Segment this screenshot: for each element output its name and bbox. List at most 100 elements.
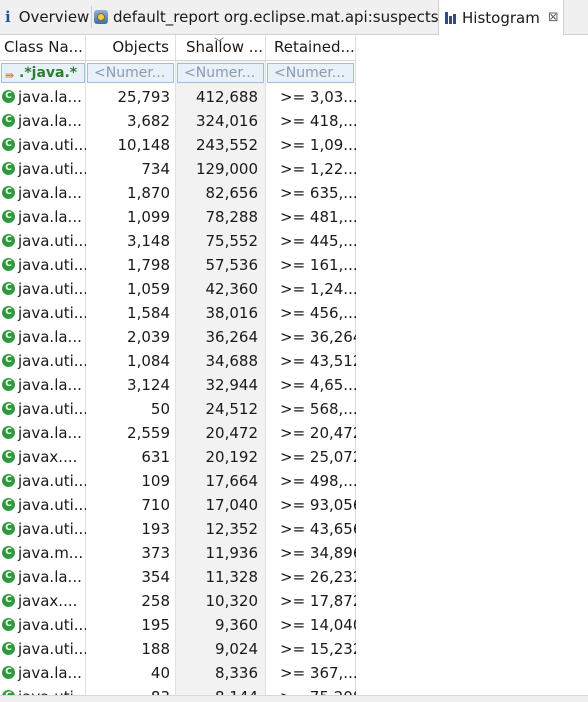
tab-default-report[interactable]: default_report org.eclipse.mat.api:suspe…	[92, 0, 438, 34]
shallow-heap-filter-input[interactable]: <Numer...	[177, 63, 264, 83]
close-icon[interactable]: ⊠	[548, 10, 559, 25]
objects-cell: 3,148	[127, 232, 170, 250]
class-name-text: java.la...	[18, 376, 82, 394]
class-name-cell: Cjava.uti...	[0, 685, 86, 695]
retained-heap-cell: >= 26,232	[280, 568, 356, 586]
class-name-text: java.uti...	[18, 352, 86, 370]
class-name-cell: Cjava.la...	[0, 325, 86, 349]
class-name-text: java.uti...	[18, 256, 86, 274]
objects-cell: 631	[141, 448, 170, 466]
objects-cell: 710	[141, 496, 170, 514]
class-name-text: java.uti...	[18, 640, 86, 658]
retained-heap-cell: >= 43,512	[280, 352, 356, 370]
table-row[interactable]: Cjava.la... 1,099 78,288 >= 481,...	[0, 205, 356, 229]
shallow-heap-cell: 8,144	[176, 685, 266, 695]
retained-heap-cell: >= 456,...	[280, 304, 356, 322]
objects-cell: 1,084	[127, 352, 170, 370]
table-row[interactable]: Cjava.uti... 1,059 42,360 >= 1,24...	[0, 277, 356, 301]
table-row[interactable]: Cjava.uti... 1,084 34,688 >= 43,512	[0, 349, 356, 373]
column-header-retained-heap[interactable]: Retained...	[266, 35, 356, 60]
shallow-heap-cell: 32,944	[205, 376, 259, 394]
class-name-cell: Cjava.uti...	[0, 637, 86, 661]
table-row[interactable]: Cjava.uti... 109 17,664 >= 498,...	[0, 469, 356, 493]
retained-heap-cell: >= 568,...	[280, 400, 356, 418]
class-name-text: java.uti...	[18, 688, 86, 695]
objects-cell: 258	[141, 592, 170, 610]
objects-cell: 193	[141, 520, 170, 538]
table-row[interactable]: Cjava.la... 1,870 82,656 >= 635,...	[0, 181, 356, 205]
table-row[interactable]: Cjava.uti... 3,148 75,552 >= 445,...	[0, 229, 356, 253]
table-row[interactable]: Cjava.uti... 734 129,000 >= 1,22...	[0, 157, 356, 181]
editor-tab-bar: i Overview default_report org.eclipse.ma…	[0, 0, 588, 35]
retained-heap-filter-input[interactable]: <Numer...	[267, 63, 354, 83]
class-icon: C	[2, 594, 15, 607]
shallow-heap-cell: 11,328	[205, 568, 259, 586]
class-name-cell: Cjava.uti...	[0, 397, 86, 421]
objects-cell: 1,099	[127, 208, 170, 226]
objects-cell: 3,124	[127, 376, 170, 394]
objects-cell: 1,798	[127, 256, 170, 274]
table-row[interactable]: Cjava.uti... 50 24,512 >= 568,...	[0, 397, 356, 421]
class-name-filter-value: .*java.*	[19, 65, 78, 81]
retained-heap-cell: >= 34,896	[280, 544, 356, 562]
objects-cell: 40	[150, 664, 170, 682]
shallow-heap-cell: 11,936	[205, 544, 259, 562]
shallow-heap-cell: 38,016	[205, 304, 259, 322]
class-icon: C	[2, 330, 15, 343]
class-name-cell: Cjava.m...	[0, 541, 86, 565]
column-header-class-name[interactable]: Class Na...	[0, 35, 86, 60]
tab-histogram[interactable]: Histogram ⊠	[438, 0, 564, 35]
objects-filter-input[interactable]: <Numer...	[87, 63, 174, 83]
objects-cell: 354	[141, 568, 170, 586]
class-name-cell: Cjava.uti...	[0, 469, 86, 493]
table-row[interactable]: Cjava.la... 2,559 20,472 >= 20,472	[0, 421, 356, 445]
objects-cell: 734	[141, 160, 170, 178]
class-icon: C	[2, 546, 15, 559]
class-name-text: java.la...	[18, 568, 82, 586]
class-name-cell: Cjava.la...	[0, 181, 86, 205]
table-row[interactable]: Cjavax.... 631 20,192 >= 25,072	[0, 445, 356, 469]
table-row[interactable]: Cjava.la... 3,124 32,944 >= 4,65...	[0, 373, 356, 397]
table-row[interactable]: Cjava.la... 3,682 324,016 >= 418,...	[0, 109, 356, 133]
class-name-cell: Cjava.uti...	[0, 517, 86, 541]
tab-label: Overview	[18, 8, 90, 26]
column-header-objects[interactable]: Objects	[86, 35, 176, 60]
table-row[interactable]: Cjava.uti... 710 17,040 >= 93,056	[0, 493, 356, 517]
table-header: Class Na... Objects Shallow ... ﹀ Retain…	[0, 35, 356, 61]
table-row[interactable]: Cjava.m... 373 11,936 >= 34,896	[0, 541, 356, 565]
objects-cell: 10,148	[117, 136, 171, 154]
class-icon: C	[2, 138, 15, 151]
table-row[interactable]: Cjava.la... 40 8,336 >= 367,...	[0, 661, 356, 685]
retained-heap-cell: >= 1,22...	[280, 160, 356, 178]
table-row[interactable]: Cjava.uti... 1,584 38,016 >= 456,...	[0, 301, 356, 325]
table-row[interactable]: Cjava.uti... 195 9,360 >= 14,040	[0, 613, 356, 637]
objects-cell: 188	[141, 640, 170, 658]
regex-filter-icon: ⇛	[5, 69, 15, 82]
class-name-text: java.uti...	[18, 400, 86, 418]
class-name-cell: Cjava.uti...	[0, 133, 86, 157]
shallow-heap-cell: 42,360	[205, 280, 259, 298]
objects-cell: 1,584	[127, 304, 170, 322]
tab-overview[interactable]: i Overview	[0, 0, 92, 34]
table-row[interactable]: Cjava.la... 25,793 412,688 >= 3,03...	[0, 85, 356, 109]
table-row[interactable]: Cjava.uti...838,144>= 75,208	[0, 685, 356, 695]
table-row[interactable]: Cjava.uti... 193 12,352 >= 43,656	[0, 517, 356, 541]
class-name-text: java.uti...	[18, 160, 86, 178]
retained-heap-cell: >= 367,...	[280, 664, 356, 682]
table-row[interactable]: Cjava.uti... 10,148 243,552 >= 1,09...	[0, 133, 356, 157]
class-name-text: java.uti...	[18, 232, 86, 250]
table-row[interactable]: Cjava.uti... 1,798 57,536 >= 161,...	[0, 253, 356, 277]
objects-cell: 195	[141, 616, 170, 634]
table-row[interactable]: Cjava.la... 2,039 36,264 >= 36,264	[0, 325, 356, 349]
table-row[interactable]: Cjava.la... 354 11,328 >= 26,232	[0, 565, 356, 589]
sort-descending-icon: ﹀	[214, 38, 224, 49]
class-name-cell: Cjava.uti...	[0, 229, 86, 253]
retained-heap-cell: >= 1,24...	[280, 280, 356, 298]
class-icon: C	[2, 306, 15, 319]
shallow-heap-cell: 243,552	[195, 136, 258, 154]
table-row[interactable]: Cjavax.... 258 10,320 >= 17,872	[0, 589, 356, 613]
class-name-cell: Cjava.uti...	[0, 277, 86, 301]
table-row[interactable]: Cjava.uti... 188 9,024 >= 15,232	[0, 637, 356, 661]
class-name-filter-input[interactable]: ⇛ .*java.*	[1, 63, 85, 83]
retained-heap-cell: >= 445,...	[280, 232, 356, 250]
